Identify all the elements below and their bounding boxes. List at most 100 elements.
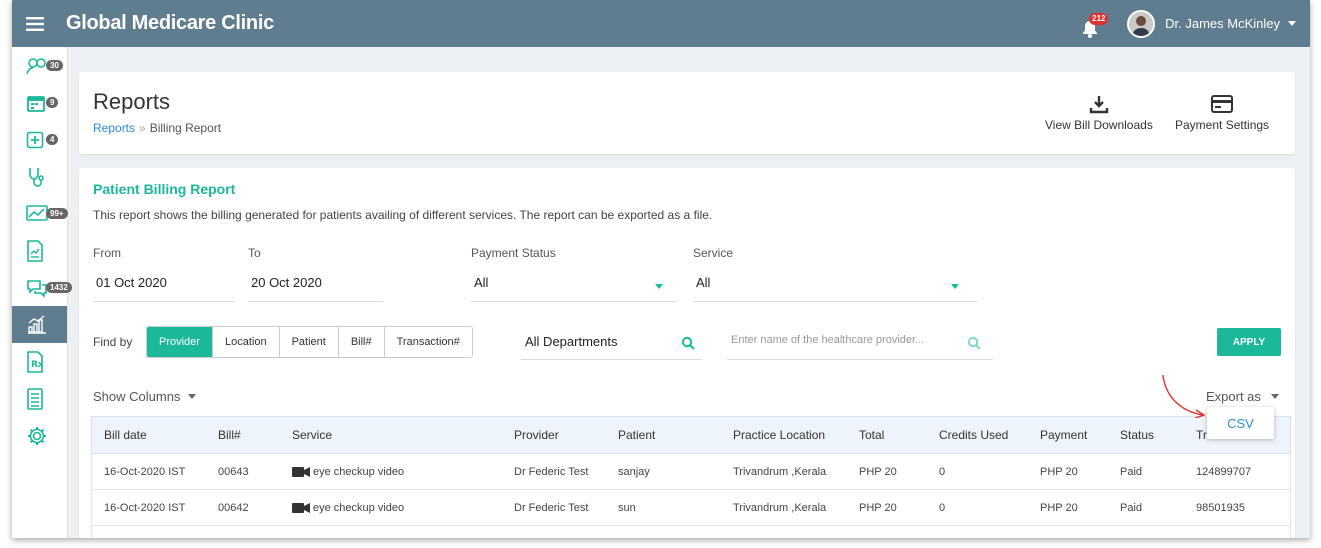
cell-location: Trivandrum ,Kerala xyxy=(733,501,827,514)
cell-credits: 0 xyxy=(939,501,946,514)
service-label: Service xyxy=(693,246,734,260)
to-date-input[interactable]: 20 Oct 2020 xyxy=(248,268,383,302)
breadcrumb-separator: » xyxy=(139,121,146,135)
breadcrumb-reports-link[interactable]: Reports xyxy=(93,121,135,135)
user-avatar[interactable] xyxy=(1127,9,1156,38)
sidebar-item-medical[interactable]: 4 xyxy=(12,121,67,158)
cell-bill-date[interactable]: 16-Oct-2020 IST xyxy=(104,454,185,489)
download-icon xyxy=(1089,96,1109,114)
find-by-bill-button[interactable]: Bill# xyxy=(338,327,385,357)
report-description: This report shows the billing generated … xyxy=(93,208,713,222)
cell-payment[interactable]: PHP 20 xyxy=(1040,490,1078,525)
from-date-input[interactable]: 01 Oct 2020 xyxy=(93,268,235,302)
sidebar-item-reports[interactable] xyxy=(12,306,67,343)
view-bill-downloads-button[interactable]: View Bill Downloads xyxy=(1045,94,1153,132)
cell-transaction[interactable]: 124899707 xyxy=(1196,454,1251,489)
sidebar-item-monitor[interactable]: 99+ xyxy=(12,195,68,232)
show-columns-dropdown[interactable]: Show Columns xyxy=(93,389,197,404)
cell-payment[interactable]: PHP 20 xyxy=(1040,454,1078,489)
find-by-provider-button[interactable]: Provider xyxy=(147,327,213,357)
cell-transaction[interactable]: 98501935 xyxy=(1196,490,1245,525)
service-value: All xyxy=(696,275,711,290)
search-icon[interactable] xyxy=(681,336,695,350)
sidebar-item-billing[interactable] xyxy=(12,380,67,417)
department-select[interactable]: All Departments xyxy=(521,326,701,360)
billing-table: Bill date Bill# Service Provider Patient… xyxy=(91,416,1291,538)
sidebar-badge: 4 xyxy=(46,134,59,145)
cell-provider: Dr Federic Test xyxy=(514,501,589,514)
cell-provider: Dr Federic Test xyxy=(514,465,589,478)
sidebar-item-messages[interactable]: 1432 xyxy=(12,269,72,306)
export-as-dropdown[interactable]: Export as xyxy=(1206,389,1279,404)
sidebar: 30 9 4 99+ 1432 Rx xyxy=(12,47,72,538)
billing-sheet-icon xyxy=(27,387,43,410)
sidebar-badge: 30 xyxy=(46,60,63,71)
sidebar-item-appointments[interactable]: 9 xyxy=(12,84,67,121)
cell-service[interactable]: eye checkup video xyxy=(292,454,404,489)
service-name: eye checkup video xyxy=(313,465,405,478)
col-provider[interactable]: Provider xyxy=(514,417,559,453)
find-by-transaction-button[interactable]: Transaction# xyxy=(384,327,472,357)
sidebar-item-settings[interactable] xyxy=(12,417,67,454)
calendar-icon xyxy=(27,95,45,112)
report-title: Patient Billing Report xyxy=(93,181,236,197)
cell-patient[interactable]: sun xyxy=(618,490,636,525)
provider-search-input[interactable]: Enter name of the healthcare provider... xyxy=(727,326,993,360)
find-by-location-button[interactable]: Location xyxy=(212,327,280,357)
chevron-down-icon xyxy=(951,284,959,289)
col-practice-location[interactable]: Practice Location xyxy=(733,417,825,453)
reports-bar-chart-icon xyxy=(28,314,46,334)
prescription-rx-icon: Rx xyxy=(27,350,44,373)
col-payment[interactable]: Payment xyxy=(1040,417,1087,453)
department-value: All Departments xyxy=(525,334,618,349)
sidebar-item-patients[interactable]: 30 xyxy=(12,47,67,84)
col-transaction[interactable]: Tr xyxy=(1196,417,1207,453)
search-icon[interactable] xyxy=(967,336,981,350)
cell-bill-number[interactable]: 00642 xyxy=(218,490,249,525)
payment-settings-button[interactable]: Payment Settings xyxy=(1175,94,1269,132)
table-header: Bill date Bill# Service Provider Patient… xyxy=(91,416,1291,454)
table-row: 16-Oct-2020 IST 00643 eye checkup video … xyxy=(91,454,1291,490)
sidebar-item-documents[interactable] xyxy=(12,232,67,269)
from-label: From xyxy=(93,246,121,260)
col-credits-used[interactable]: Credits Used xyxy=(939,417,1008,453)
app-title: Global Medicare Clinic xyxy=(66,12,274,34)
users-icon xyxy=(26,57,46,74)
payment-status-select[interactable]: All xyxy=(471,268,677,302)
export-as-label: Export as xyxy=(1206,389,1261,404)
chat-bubbles-icon xyxy=(27,279,47,298)
sidebar-item-prescriptions[interactable]: Rx xyxy=(12,343,67,380)
service-select[interactable]: All xyxy=(693,268,977,302)
col-service[interactable]: Service xyxy=(292,417,332,453)
video-camera-icon xyxy=(292,502,310,513)
video-camera-icon xyxy=(292,466,310,477)
report-card: Patient Billing Report This report shows… xyxy=(79,168,1295,538)
hamburger-menu-icon[interactable] xyxy=(12,16,58,31)
user-name[interactable]: Dr. James McKinley xyxy=(1165,16,1280,31)
col-status[interactable]: Status xyxy=(1120,417,1154,453)
apply-button[interactable]: APPLY xyxy=(1217,328,1281,356)
export-csv-option[interactable]: CSV xyxy=(1207,407,1274,439)
notifications-bell-icon[interactable]: 212 xyxy=(1075,9,1109,39)
col-total[interactable]: Total xyxy=(859,417,884,453)
col-bill-number[interactable]: Bill# xyxy=(218,417,241,453)
provider-search-placeholder: Enter name of the healthcare provider... xyxy=(731,334,925,346)
cell-bill-number[interactable]: 00643 xyxy=(218,454,249,489)
sidebar-item-consult[interactable] xyxy=(12,158,67,195)
table-row xyxy=(91,526,1291,538)
cell-bill-date[interactable]: 16-Oct-2020 IST xyxy=(104,490,185,525)
breadcrumb-current: Billing Report xyxy=(149,121,222,135)
sidebar-badge: 99+ xyxy=(46,208,68,219)
document-chart-icon xyxy=(27,239,43,262)
cell-patient[interactable]: sanjay xyxy=(618,454,650,489)
col-bill-date[interactable]: Bill date xyxy=(104,417,147,453)
app-window: Global Medicare Clinic 212 Dr. James McK… xyxy=(12,0,1310,538)
user-menu-chevron-icon[interactable] xyxy=(1288,21,1296,26)
col-patient[interactable]: Patient xyxy=(618,417,655,453)
show-columns-label: Show Columns xyxy=(93,389,181,404)
cell-service[interactable]: eye checkup video xyxy=(292,490,404,525)
top-bar: Global Medicare Clinic 212 Dr. James McK… xyxy=(12,0,1310,47)
view-bill-downloads-label: View Bill Downloads xyxy=(1045,118,1153,132)
chevron-down-icon xyxy=(655,284,663,289)
find-by-patient-button[interactable]: Patient xyxy=(279,327,339,357)
